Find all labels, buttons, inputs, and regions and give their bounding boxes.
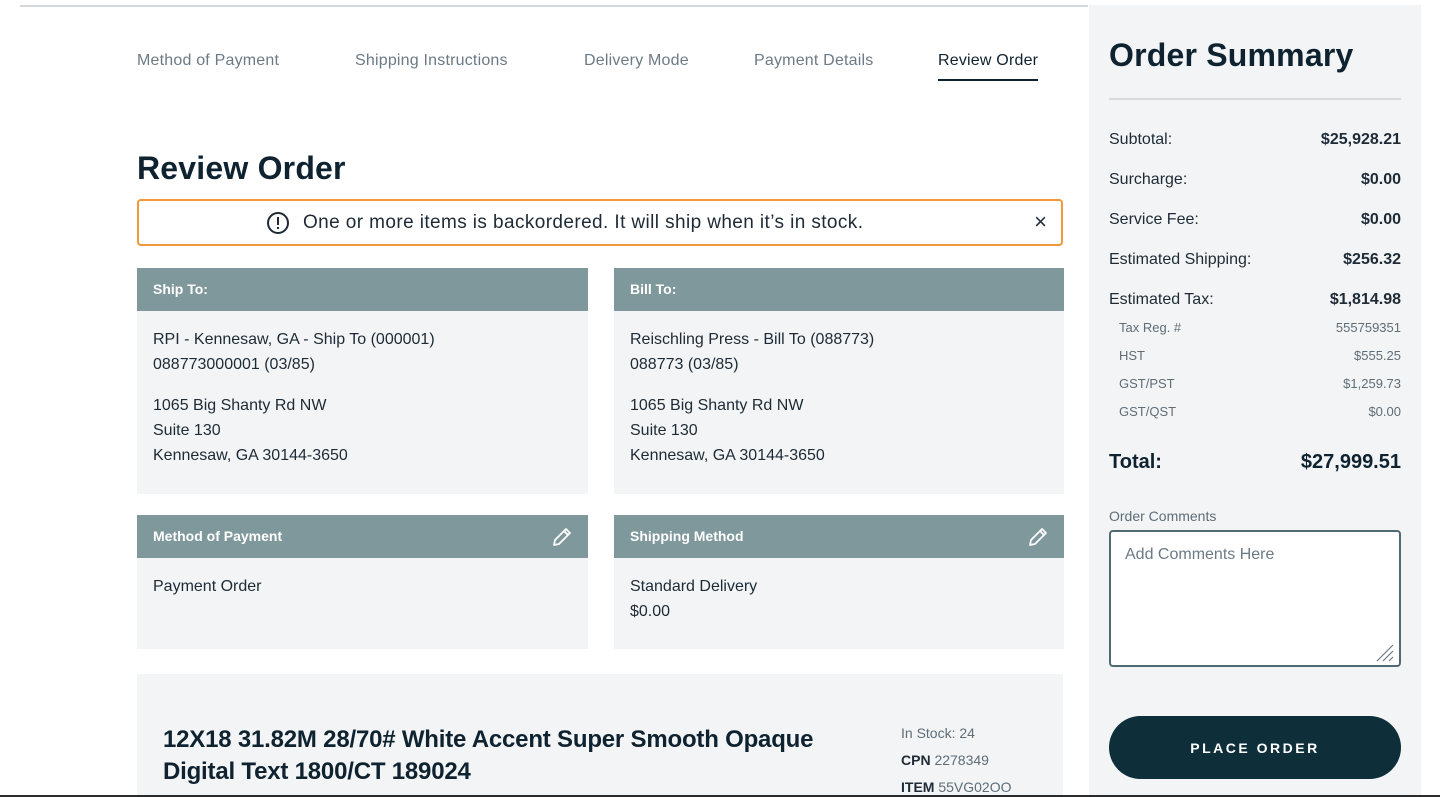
hst-label: HST xyxy=(1119,348,1145,363)
surcharge-label: Surcharge: xyxy=(1109,171,1188,188)
ship-to-name: RPI - Kennesaw, GA - Ship To (000001) xyxy=(153,331,435,348)
gst-pst-label: GST/PST xyxy=(1119,376,1175,391)
method-of-payment-heading: Method of Payment xyxy=(153,528,283,544)
backorder-alert: One or more items is backordered. It wil… xyxy=(137,199,1063,246)
top-divider xyxy=(20,5,1088,7)
cpn-label: CPN xyxy=(901,752,931,768)
bill-to-city: Kennesaw, GA 30144-3650 xyxy=(630,447,825,464)
step-shipping-instructions[interactable]: Shipping Instructions xyxy=(355,52,508,70)
ship-to-heading: Ship To: xyxy=(137,268,588,311)
pencil-icon[interactable] xyxy=(550,525,574,549)
step-payment-details[interactable]: Payment Details xyxy=(754,52,874,70)
item-label: ITEM xyxy=(901,779,935,795)
service-fee-label: Service Fee: xyxy=(1109,211,1199,228)
shipping-method-value: Standard Delivery xyxy=(630,578,758,595)
tax-reg-label: Tax Reg. # xyxy=(1119,320,1182,335)
total-value: $27,999.51 xyxy=(1300,451,1401,473)
item-value: 55VG02OO xyxy=(938,779,1012,795)
bill-to-card: Bill To: Reischling Press - Bill To (088… xyxy=(614,268,1064,494)
subtotal-value: $25,928.21 xyxy=(1320,131,1401,148)
shipping-method-price: $0.00 xyxy=(630,603,671,620)
product-line-item: 12X18 31.82M 28/70# White Accent Super S… xyxy=(137,674,1063,797)
hst-value: $555.25 xyxy=(1354,348,1401,363)
order-comments-label: Order Comments xyxy=(1109,508,1217,524)
product-meta: In Stock: 24 CPN 2278349 ITEM 55VG02OO xyxy=(901,720,1012,797)
exclamation-circle-icon xyxy=(267,212,289,234)
gst-qst-label: GST/QST xyxy=(1119,404,1177,419)
bill-to-heading: Bill To: xyxy=(614,268,1064,311)
total-label: Total: xyxy=(1109,451,1162,473)
bill-to-account: 088773 (03/85) xyxy=(630,356,739,373)
order-summary-title: Order Summary xyxy=(1109,37,1354,73)
product-name[interactable]: 12X18 31.82M 28/70# White Accent Super S… xyxy=(163,724,843,788)
place-order-button[interactable]: PLACE ORDER xyxy=(1109,716,1401,779)
step-method-of-payment[interactable]: Method of Payment xyxy=(137,52,279,70)
close-icon[interactable]: × xyxy=(1034,210,1047,234)
tax-label: Estimated Tax: xyxy=(1109,291,1214,308)
bill-to-street: 1065 Big Shanty Rd NW xyxy=(630,397,804,414)
stock-status: In Stock: 24 xyxy=(901,725,975,741)
step-delivery-mode[interactable]: Delivery Mode xyxy=(584,52,689,70)
gst-qst-value: $0.00 xyxy=(1368,404,1401,419)
pencil-icon[interactable] xyxy=(1026,525,1050,549)
tax-value: $1,814.98 xyxy=(1329,291,1401,308)
method-of-payment-card: Method of Payment Payment Order xyxy=(137,515,588,649)
step-review-order[interactable]: Review Order xyxy=(938,52,1039,81)
order-comments-input[interactable] xyxy=(1109,530,1401,667)
page-title: Review Order xyxy=(137,150,346,186)
ship-to-card: Ship To: RPI - Kennesaw, GA - Ship To (0… xyxy=(137,268,588,494)
bill-to-name: Reischling Press - Bill To (088773) xyxy=(630,331,875,348)
surcharge-value: $0.00 xyxy=(1360,171,1401,188)
ship-to-city: Kennesaw, GA 30144-3650 xyxy=(153,447,348,464)
shipping-label: Estimated Shipping: xyxy=(1109,251,1252,268)
alert-message: One or more items is backordered. It wil… xyxy=(303,212,864,233)
ship-to-account: 088773000001 (03/85) xyxy=(153,356,315,373)
gst-pst-value: $1,259.73 xyxy=(1343,376,1401,391)
summary-divider xyxy=(1109,98,1401,100)
ship-to-suite: Suite 130 xyxy=(153,422,221,439)
shipping-method-card: Shipping Method Standard Delivery $0.00 xyxy=(614,515,1064,649)
bill-to-suite: Suite 130 xyxy=(630,422,698,439)
tax-reg-value: 555759351 xyxy=(1335,320,1401,335)
order-summary-panel: Order Summary Subtotal: $25,928.21 Surch… xyxy=(1089,5,1421,797)
payment-method-value: Payment Order xyxy=(153,578,262,595)
service-fee-value: $0.00 xyxy=(1360,211,1401,228)
ship-to-street: 1065 Big Shanty Rd NW xyxy=(153,397,327,414)
shipping-method-heading: Shipping Method xyxy=(630,528,744,544)
subtotal-label: Subtotal: xyxy=(1109,131,1173,148)
cpn-value: 2278349 xyxy=(934,752,989,768)
shipping-value: $256.32 xyxy=(1343,251,1401,268)
